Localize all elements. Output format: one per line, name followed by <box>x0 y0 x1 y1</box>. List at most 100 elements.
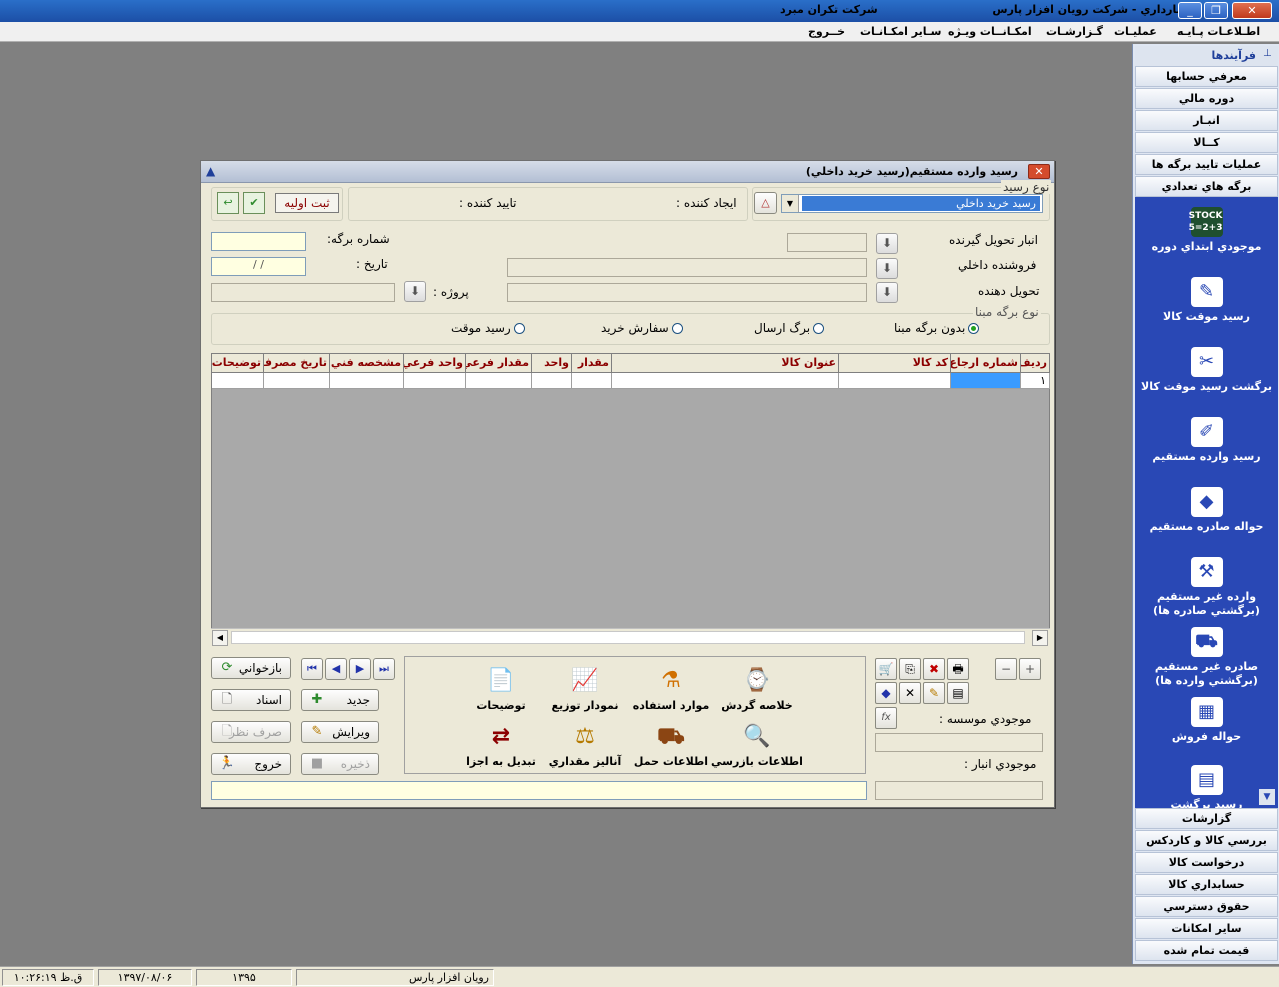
col-unit[interactable]: واحد <box>532 354 572 373</box>
sidebar-item-direct-issue[interactable]: ◆ حواله صادره مستقيم <box>1135 487 1278 534</box>
sidebar-item-fiscal-period[interactable]: دوره مالي <box>1135 88 1278 109</box>
sidebar-item-cardex[interactable]: بررسي كالا و كاردكس <box>1135 830 1278 851</box>
menu-reports[interactable]: گـزارشـات <box>1046 25 1103 38</box>
sidebar-item-temp-receipt[interactable]: ✎ رسيد موقت كالا <box>1135 277 1278 324</box>
radio-temp-receipt[interactable]: رسيد موقت <box>451 321 525 335</box>
restore-button[interactable]: ❐ <box>1204 2 1228 19</box>
approve-back-icon[interactable]: ↩ <box>217 192 239 214</box>
sidebar-item-sale-issue[interactable]: ▦ حواله فروش <box>1135 697 1278 744</box>
prev-record-button[interactable]: ◀ <box>325 658 347 680</box>
last-record-button[interactable]: ⏭ <box>373 658 395 680</box>
table-cell-row[interactable]: ١ <box>1021 373 1050 389</box>
sidebar-item-count-sheets[interactable]: برگه هاي تعدادي <box>1135 176 1278 197</box>
menu-special[interactable]: امكـانــات ويـژه <box>948 25 1032 38</box>
inspection-tool[interactable]: 🔍 اطلاعات بازرسي <box>709 721 805 768</box>
sidebar-item-indirect-in[interactable]: ⚒ وارده غير مستقيم (برگشتي صادره ها) <box>1135 557 1278 618</box>
close-button[interactable]: ✕ <box>1232 2 1272 19</box>
convert-tool[interactable]: ⇄ تبديل به اجزا <box>453 721 549 768</box>
copy-icon[interactable]: ⎘ <box>899 658 921 680</box>
warehouse-lookup-icon[interactable]: ⬇ <box>876 233 898 254</box>
radio-purchase-order[interactable]: سفارش خريد <box>601 321 683 335</box>
table-cell-code[interactable] <box>839 373 951 389</box>
menu-exit[interactable]: خــروج <box>808 25 845 38</box>
project-field[interactable] <box>211 283 395 302</box>
sidebar-item-other-features[interactable]: ساير امكانات <box>1135 918 1278 939</box>
scroll-right-icon[interactable]: ▶ <box>1032 630 1048 646</box>
cancel-button[interactable]: 🗋 صرف نظر <box>211 721 291 743</box>
sidebar-item-return-receipt[interactable]: ▤ رسيد برگشت <box>1135 765 1278 812</box>
receipt-type-info-icon[interactable]: △ <box>754 192 777 214</box>
sidebar-item-goods[interactable]: كــالا <box>1135 132 1278 153</box>
menu-operations[interactable]: عمليـات <box>1114 25 1157 38</box>
dialog-close-button[interactable]: ✕ <box>1028 164 1050 179</box>
pencil-icon[interactable]: ✎ <box>923 682 945 704</box>
sheet-number-field[interactable] <box>211 232 306 251</box>
add-row-icon[interactable]: + <box>1019 658 1041 680</box>
project-lookup-icon[interactable]: ⬇ <box>404 281 426 302</box>
summary-tool[interactable]: ⌚ خلاصه گردش <box>709 665 805 712</box>
first-record-button[interactable]: ⏮ <box>301 658 323 680</box>
save-button[interactable]: ■ ذخيره <box>301 753 379 775</box>
table-cell-expiry[interactable] <box>264 373 330 389</box>
table-cell-qty[interactable] <box>572 373 612 389</box>
sidebar-item-reports[interactable]: گزارشات <box>1135 808 1278 829</box>
exit-button[interactable]: 🏃 خروج <box>211 753 291 775</box>
col-expiry-date[interactable]: تاريخ مصرف <box>264 354 330 373</box>
table-cell-ref[interactable] <box>951 373 1021 389</box>
sidebar-item-direct-receipt[interactable]: ✐ رسيد وارده مستقيم <box>1135 417 1278 464</box>
warehouse-field[interactable] <box>787 233 867 252</box>
table-cell-sub-qty[interactable] <box>466 373 532 389</box>
delete-icon[interactable]: ✖ <box>923 658 945 680</box>
print-icon[interactable]: 🖶 <box>947 658 969 680</box>
pin-icon[interactable]: ⊥ <box>1263 48 1272 59</box>
radio-dispatch[interactable]: برگ ارسال <box>754 321 825 335</box>
menu-base-info[interactable]: اطـلاعـات پـايـه <box>1177 25 1260 38</box>
sidebar-item-goods-request[interactable]: درخواست كالا <box>1135 852 1278 873</box>
col-notes[interactable]: توضيحات <box>212 354 264 373</box>
fx-icon[interactable]: fx <box>875 707 897 729</box>
table-cell-unit[interactable] <box>532 373 572 389</box>
sidebar-item-approve-sheets[interactable]: عمليات تاييد برگه ها <box>1135 154 1278 175</box>
analysis-tool[interactable]: ⚖ آناليز مقداري <box>537 721 633 768</box>
col-sub-unit[interactable]: واحد فرعي <box>404 354 466 373</box>
col-row[interactable]: رديف <box>1021 354 1050 373</box>
scroll-down-icon[interactable]: ▼ <box>1259 789 1275 805</box>
table-cell-title[interactable] <box>612 373 839 389</box>
col-tech-spec[interactable]: مشخصه فني <box>330 354 404 373</box>
scroll-thumb[interactable] <box>231 631 1025 644</box>
deliverer-lookup-icon[interactable]: ⬇ <box>876 282 898 303</box>
table-cell-sub-unit[interactable] <box>404 373 466 389</box>
grid-hscrollbar[interactable]: ◀ ▶ <box>211 628 1050 646</box>
table-cell-spec[interactable] <box>330 373 404 389</box>
scroll-left-icon[interactable]: ◀ <box>212 630 228 646</box>
sidebar-item-opening-stock[interactable]: STOCK 2+3=5 موجودي ابتداي دوره <box>1135 207 1278 254</box>
radio-no-base[interactable]: بدون برگه مبنا <box>894 321 980 335</box>
sidebar-item-return-temp-receipt[interactable]: ✂ برگشت رسيد موقت كالا <box>1135 347 1278 394</box>
sidebar-item-goods-accounting[interactable]: حسابداري كالا <box>1135 874 1278 895</box>
edit-button[interactable]: ✎ ويرايش <box>301 721 379 743</box>
sidebar-item-accounts[interactable]: معرفي حسابها <box>1135 66 1278 87</box>
supplier-lookup-icon[interactable]: ⬇ <box>876 258 898 279</box>
sidebar-item-indirect-out[interactable]: ⛟ صادره غير مستقيم (برگشتي وارده ها) <box>1135 627 1278 688</box>
col-item-code[interactable]: كد كالا <box>839 354 951 373</box>
folder-icon[interactable]: ▤ <box>947 682 969 704</box>
notes-tool[interactable]: 📄 توضيحات <box>453 665 549 712</box>
col-sub-qty[interactable]: مقدار فرعي <box>466 354 532 373</box>
menu-other[interactable]: سـاير امكـانـات <box>860 25 941 38</box>
minimize-button[interactable]: _ <box>1178 2 1202 19</box>
tag-icon[interactable]: ◆ <box>875 682 897 704</box>
new-button[interactable]: ✚ جديد <box>301 689 379 711</box>
sidebar-item-access-rights[interactable]: حقوق دسترسي <box>1135 896 1278 917</box>
usage-tool[interactable]: ⚗ موارد استفاده <box>623 665 719 712</box>
remove-row-icon[interactable]: − <box>995 658 1017 680</box>
deliverer-field[interactable] <box>507 283 867 302</box>
documents-button[interactable]: 🗋 اسناد <box>211 689 291 711</box>
sidebar-item-warehouse[interactable]: انبـار <box>1135 110 1278 131</box>
col-ref-number[interactable]: شماره ارجاع <box>951 354 1021 373</box>
col-qty[interactable]: مقدار <box>572 354 612 373</box>
table-cell-notes[interactable] <box>212 373 264 389</box>
approve-icon[interactable]: ✔ <box>243 192 265 214</box>
receipt-type-select[interactable]: ▼ رسيد خريد داخلي <box>781 194 1043 213</box>
shipping-tool[interactable]: ⛟ اطلاعات حمل <box>623 721 719 768</box>
next-record-button[interactable]: ▶ <box>349 658 371 680</box>
